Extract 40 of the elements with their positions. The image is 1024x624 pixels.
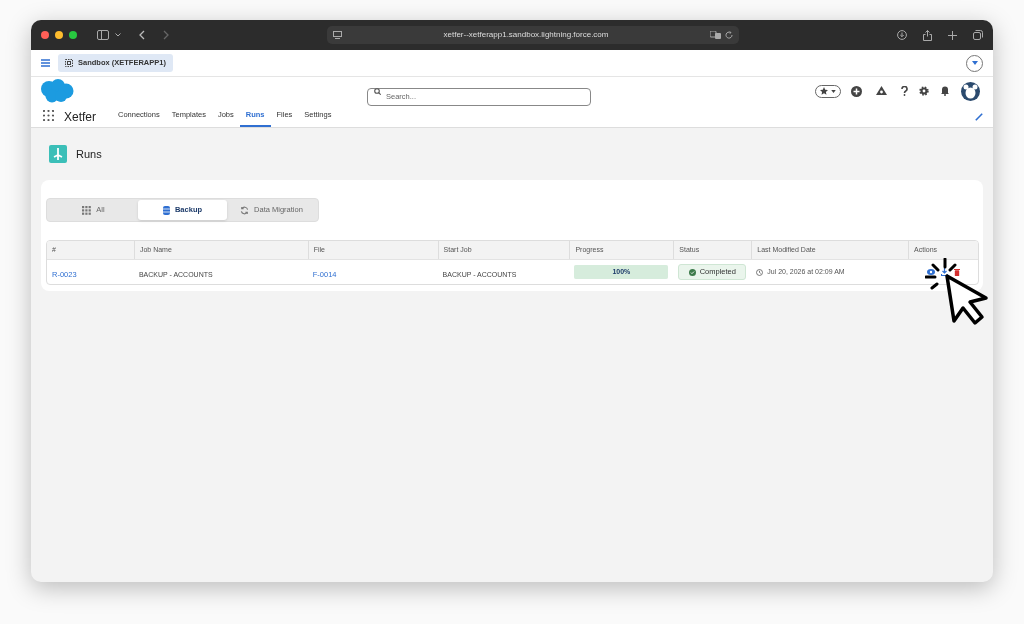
grid-icon [82,205,92,215]
caret-icon [971,61,978,65]
menu-icon[interactable] [41,59,50,67]
dropdown-button[interactable] [966,54,983,72]
trailhead-icon[interactable] [876,86,887,96]
bell-icon[interactable] [940,86,950,96]
app-name: Xetfer [64,111,96,123]
page-title: Runs [76,146,102,162]
help-icon[interactable] [901,86,908,96]
page-icon [333,30,342,40]
edit-icon[interactable] [975,113,983,121]
cloud-logo [40,79,74,103]
settings-icon[interactable] [919,86,929,96]
database-icon [162,205,170,215]
sync-icon [240,205,250,215]
add-icon[interactable] [851,85,862,97]
search-icon [374,87,381,95]
plus-icon[interactable] [948,30,957,40]
star-icon [819,87,828,95]
tabs-icon[interactable] [973,30,983,40]
runs-icon [49,145,67,163]
reload-icon[interactable] [725,31,733,39]
back-icon[interactable] [139,30,145,40]
eye-icon[interactable] [926,269,935,275]
chevron-down-icon[interactable] [115,33,121,37]
translate-icon[interactable] [710,31,721,39]
avatar-icon[interactable] [961,81,980,101]
caret-icon [831,89,837,93]
url-text: xetfer--xetferapp1.sandbox.lightning.force.com [442,29,610,41]
clock-icon [756,268,764,276]
check-circle-icon [688,268,696,276]
app-icon [65,59,73,67]
download-icon[interactable] [897,30,907,40]
app-launcher-icon[interactable] [43,110,54,121]
address-bar[interactable]: xetfer--xetferapp1.sandbox.lightning.force.com [327,26,739,44]
trash-icon[interactable] [953,268,960,276]
share-icon[interactable] [923,29,932,41]
forward-icon[interactable] [163,30,169,40]
download-icon[interactable] [940,268,948,276]
sidebar-icon[interactable] [97,30,109,40]
